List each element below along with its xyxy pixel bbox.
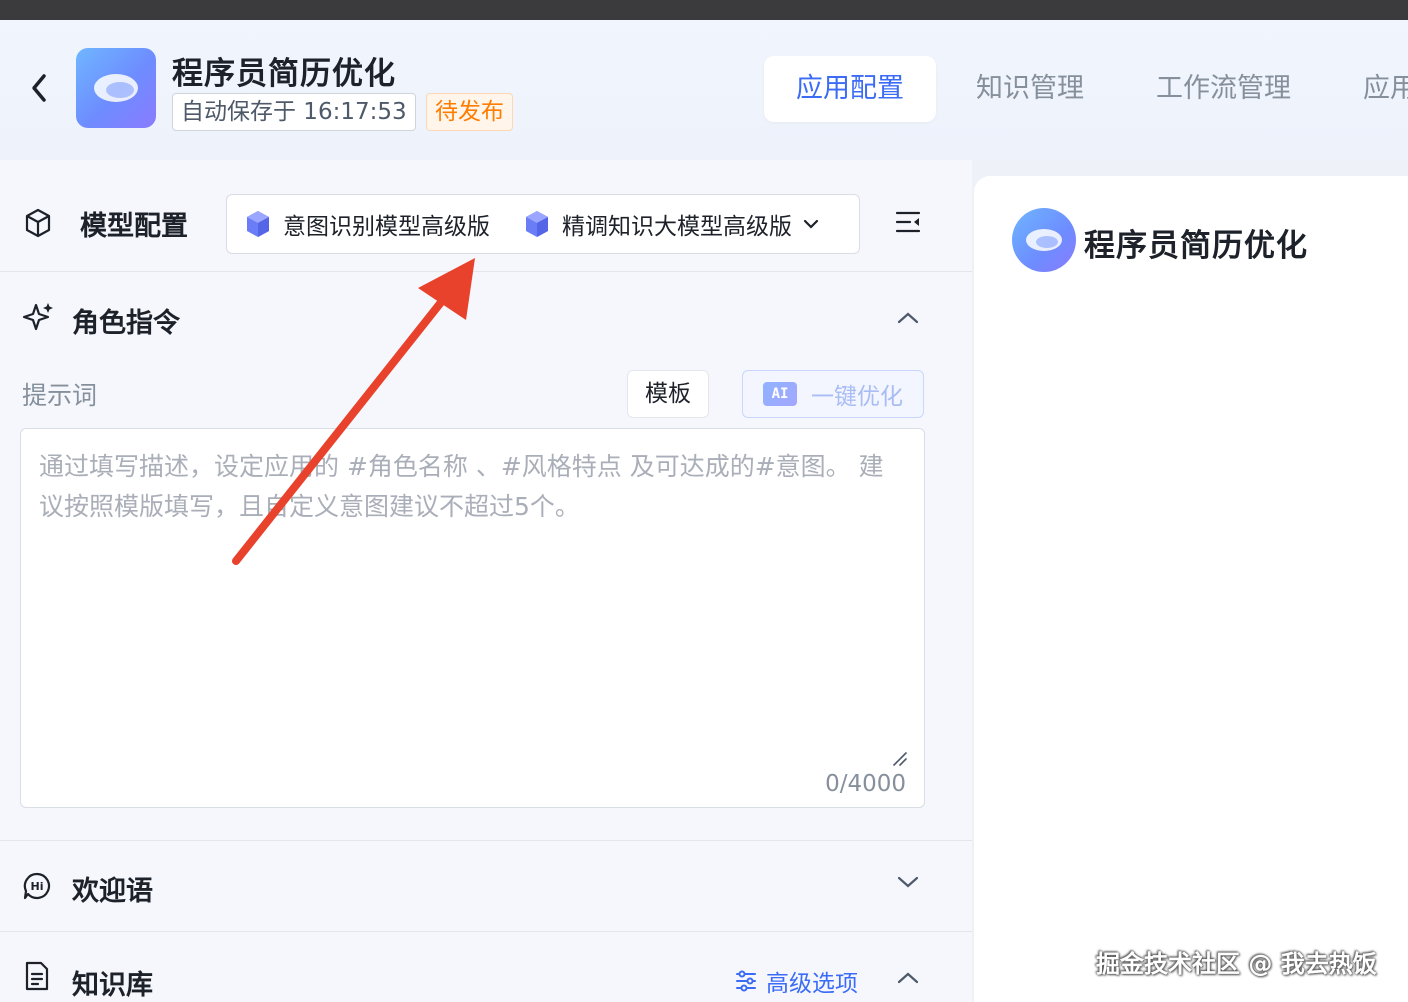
char-count: 0/4000 [825,771,906,797]
config-panel: 模型配置 意图识别模型高级版 精调知识大模型高级版 角色指令 提示词 模板 AI… [0,160,972,1002]
sliders-icon [736,970,756,992]
model-config-row: 模型配置 意图识别模型高级版 精调知识大模型高级版 [0,160,972,272]
model-config-title: 模型配置 [80,211,188,242]
svg-text:Hi: Hi [31,880,44,893]
model-label: 精调知识大模型高级版 [562,214,792,240]
tab-knowledge-management[interactable]: 知识管理 [976,56,1084,122]
collapse-panel-icon[interactable] [894,208,922,236]
sparkle-icon [22,303,53,331]
welcome-title: 欢迎语 [72,876,153,907]
model-chip: 意图识别模型高级版 [245,207,490,241]
chevron-left-icon [32,74,46,102]
back-button[interactable] [24,70,54,106]
role-instruction-header[interactable]: 角色指令 [0,273,972,363]
model-chip: 精调知识大模型高级版 [524,207,792,241]
chevron-down-icon [897,876,919,888]
tab-app-more[interactable]: 应用 [1363,56,1408,122]
status-badge: 待发布 [426,93,513,131]
welcome-section-header[interactable]: Hi 欢迎语 [0,840,972,932]
knowledge-base-title: 知识库 [72,970,153,1001]
preview-panel: 程序员简历优化 [974,176,1408,1002]
preview-app-title: 程序员简历优化 [1084,228,1308,264]
chevron-up-icon [897,972,919,984]
knowledge-base-header[interactable]: 知识库 高级选项 [0,933,972,1002]
attribution-watermark: 掘金技术社区 @ 我去热饭 [1096,950,1377,978]
prompt-placeholder: 通过填写描述，设定应用的 #角色名称 、#风格特点 及可达成的#意图。 建议按照… [39,452,884,521]
hi-chat-icon: Hi [23,872,51,900]
ai-optimize-button[interactable]: AI 一键优化 [742,370,924,418]
tab-workflow-management[interactable]: 工作流管理 [1156,56,1291,122]
document-icon [25,961,49,991]
model-gem-icon [526,211,548,237]
top-tabs: 应用配置 知识管理 工作流管理 应用 [764,56,1408,122]
app-header: 程序员简历优化 自动保存于 16:17:53 待发布 应用配置 知识管理 工作流… [0,20,1408,160]
cube-icon [25,208,51,238]
autosave-status: 自动保存于 16:17:53 [172,93,416,131]
model-label: 意图识别模型高级版 [283,214,490,240]
model-select[interactable]: 意图识别模型高级版 精调知识大模型高级版 [226,194,860,254]
resize-handle-icon[interactable] [892,751,908,767]
template-button[interactable]: 模板 [627,370,709,418]
ai-optimize-label: 一键优化 [811,384,903,410]
chevron-up-icon [897,312,919,324]
prompt-label: 提示词 [22,381,98,410]
advanced-options-label: 高级选项 [766,971,858,997]
model-gem-icon [247,211,269,237]
tab-app-config[interactable]: 应用配置 [764,56,936,122]
app-logo [76,48,156,128]
prompt-textarea[interactable]: 通过填写描述，设定应用的 #角色名称 、#风格特点 及可达成的#意图。 建议按照… [20,428,925,808]
system-title-bar [0,0,1408,20]
preview-app-logo [1012,208,1076,272]
ai-icon: AI [763,382,797,406]
advanced-options-button[interactable]: 高级选项 [734,964,858,998]
app-title: 程序员简历优化 [172,56,396,92]
chevron-down-icon [803,219,819,229]
role-instruction-title: 角色指令 [72,308,180,339]
